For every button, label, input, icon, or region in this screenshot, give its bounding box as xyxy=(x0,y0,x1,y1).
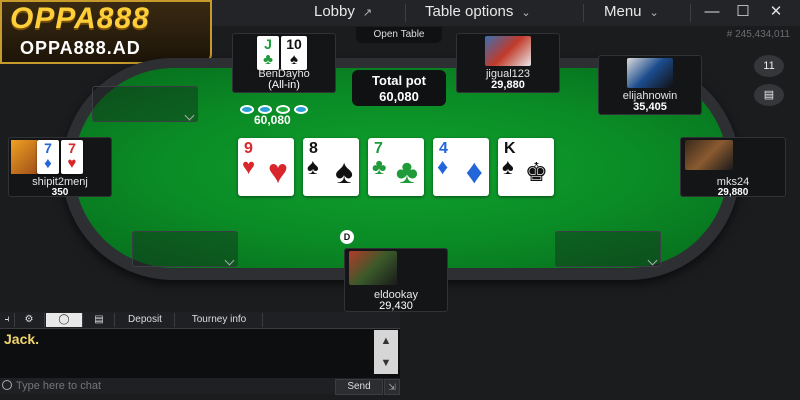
expand-icon[interactable]: ⇲ xyxy=(384,379,400,395)
chevron-down-icon[interactable]: ▼ xyxy=(374,352,398,374)
chevron-down-icon xyxy=(184,110,195,121)
close-icon[interactable]: ✕ xyxy=(764,0,788,24)
king-face-icon: ♚ xyxy=(524,157,548,187)
spade-icon: ♠ xyxy=(307,154,319,179)
open-table-tab[interactable]: Open Table xyxy=(356,27,442,43)
chevron-down-icon: ⌄ xyxy=(521,7,531,19)
chat-collapse-icon[interactable]: ⫞ xyxy=(0,313,15,327)
heart-icon: ♥ xyxy=(267,153,288,191)
diamond-icon: ♦ xyxy=(437,154,449,179)
chevron-up-icon[interactable]: ▲ xyxy=(374,330,398,352)
hole-card: J ♣ xyxy=(257,36,279,70)
chevron-down-icon: ⌄ xyxy=(649,7,659,19)
tourney-info-tab[interactable]: Tourney info xyxy=(176,313,263,327)
card-rank: J xyxy=(264,36,272,52)
spade-icon: ♠ xyxy=(334,153,353,191)
spade-icon: ♠ xyxy=(502,154,514,179)
hand-id: # 245,434,011 xyxy=(726,29,790,40)
pot-value: 60,080 xyxy=(379,89,419,104)
table-options-label: Table options xyxy=(425,3,514,20)
cards-icon[interactable]: ▤ xyxy=(754,84,784,106)
empty-seat[interactable] xyxy=(555,231,661,267)
club-icon: ♣ xyxy=(263,51,273,68)
avatar xyxy=(685,140,733,170)
club-icon: ♣ xyxy=(395,153,418,191)
chip-icon xyxy=(294,105,308,114)
logo-text: OPPA888 xyxy=(10,2,150,35)
arrow-up-right-icon: ↗ xyxy=(362,7,373,19)
player-stack: 29,880 xyxy=(491,79,525,91)
player-seat-shipit2menj[interactable]: 7 ♦ 7 ♥ shipit2menj 350 xyxy=(8,137,112,198)
card-rank: 10 xyxy=(286,36,302,52)
avatar xyxy=(349,251,397,285)
avatar xyxy=(627,58,673,88)
rebuy-icon[interactable]: 11 xyxy=(754,55,784,77)
total-pot: Total pot 60,080 xyxy=(352,70,446,106)
chevron-down-icon xyxy=(224,255,235,266)
dealer-button: D xyxy=(340,230,354,244)
pot-chips xyxy=(240,101,326,114)
chip-icon xyxy=(240,105,254,114)
player-seat-mks24[interactable]: mks24 29,880 xyxy=(680,137,786,198)
pot-label: Total pot xyxy=(372,73,426,88)
chat-log xyxy=(0,328,400,379)
table-options-button[interactable]: Table options ⌄ xyxy=(425,0,531,26)
chat-message: Jack. xyxy=(4,331,40,347)
send-button[interactable]: Send xyxy=(335,379,383,395)
spade-icon: ♠ xyxy=(290,51,298,68)
hole-card: 7 ♦ xyxy=(37,140,59,174)
board-card: 8 ♠ ♠ xyxy=(303,138,359,196)
heart-icon: ♥ xyxy=(242,154,256,179)
card-rank: 7 xyxy=(68,140,76,156)
board-card: K ♠ ♚ xyxy=(498,138,554,196)
divider xyxy=(405,4,406,22)
hole-card: 7 ♥ xyxy=(61,140,83,174)
player-stack: 35,405 xyxy=(633,101,667,113)
chat-input[interactable] xyxy=(16,378,316,394)
player-stack: 29,430 xyxy=(379,300,413,312)
board-card: 9 ♥ ♥ xyxy=(238,138,294,196)
diamond-icon: ♦ xyxy=(465,153,483,191)
chat-scrollbar[interactable]: ▲ ▼ xyxy=(374,330,398,374)
board-card: 7 ♣ ♣ xyxy=(368,138,424,196)
menu-button[interactable]: Menu ⌄ xyxy=(604,0,659,26)
diamond-icon: ♦ xyxy=(44,155,52,172)
avatar xyxy=(11,140,37,174)
board-card: 4 ♦ ♦ xyxy=(433,138,489,196)
maximize-icon[interactable]: ☐ xyxy=(731,0,755,24)
player-status: (All-in) xyxy=(268,79,300,91)
chip-amount: 60,080 xyxy=(254,113,291,127)
menu-label: Menu xyxy=(604,3,642,20)
player-stack: 29,880 xyxy=(717,187,749,198)
emoji-icon[interactable] xyxy=(2,380,12,390)
divider xyxy=(690,4,691,22)
lobby-button[interactable]: Lobby ↗ xyxy=(314,0,372,26)
logo-domain: OPPA888.AD xyxy=(20,38,141,58)
card-rank: 7 xyxy=(44,140,52,156)
chat-bubble-icon[interactable]: ◯ xyxy=(46,313,83,327)
brand-logo: OPPA888 OPPA888.AD xyxy=(0,0,212,64)
gear-icon[interactable]: ⚙ xyxy=(14,313,45,327)
notes-icon[interactable]: ▤ xyxy=(84,313,115,327)
avatar xyxy=(485,36,531,66)
club-icon: ♣ xyxy=(372,154,387,179)
player-seat-elijahnowin[interactable]: elijahnowin 35,405 xyxy=(598,55,702,115)
empty-seat[interactable] xyxy=(92,86,198,122)
player-seat-jigual123[interactable]: jigual123 29,880 xyxy=(456,33,560,93)
deposit-tab[interactable]: Deposit xyxy=(116,313,175,327)
lobby-label: Lobby xyxy=(314,3,355,20)
player-seat-eldookay[interactable]: eldookay 29,430 xyxy=(344,248,448,312)
hole-card: 10 ♠ xyxy=(281,36,307,70)
empty-seat[interactable] xyxy=(132,231,238,267)
heart-icon: ♥ xyxy=(67,155,77,172)
minimize-icon[interactable]: — xyxy=(700,0,724,24)
divider xyxy=(583,4,584,22)
player-stack: 350 xyxy=(51,187,69,198)
player-seat-bendayho[interactable]: J ♣ 10 ♠ BenDayho (All-in) xyxy=(232,33,336,93)
chevron-down-icon xyxy=(647,255,658,266)
